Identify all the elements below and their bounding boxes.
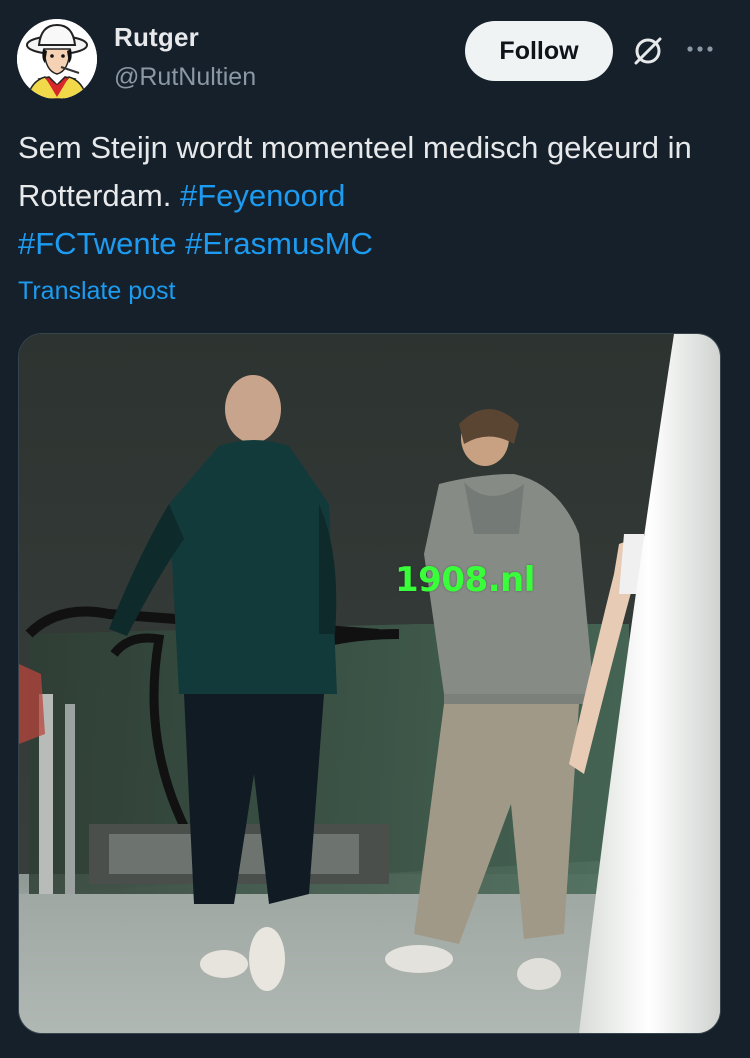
hashtag-feyenoord[interactable]: #Feyenoord	[180, 178, 345, 213]
watermark-text: 1908.nl	[395, 560, 535, 600]
author-name[interactable]: Rutger	[114, 20, 199, 54]
grok-icon[interactable]	[630, 33, 666, 69]
follow-button[interactable]: Follow	[465, 21, 613, 81]
post: Rutger @RutNultien Follow Sem Steijn wor…	[0, 0, 750, 1058]
post-text: Sem Steijn wordt momenteel medisch gekeu…	[18, 124, 718, 268]
translate-post-link[interactable]: Translate post	[18, 274, 175, 308]
author-handle[interactable]: @RutNultien	[114, 60, 256, 94]
post-image[interactable]: 1908.nl	[18, 333, 721, 1034]
photo-scene	[19, 334, 720, 1033]
hashtag-erasmusmc[interactable]: #ErasmusMC	[185, 226, 373, 261]
more-icon[interactable]	[684, 33, 716, 65]
post-text-body: Sem Steijn wordt momenteel medisch gekeu…	[18, 130, 692, 213]
avatar-image	[17, 19, 97, 99]
hashtag-fctwente[interactable]: #FCTwente	[18, 226, 177, 261]
avatar[interactable]	[17, 19, 97, 99]
